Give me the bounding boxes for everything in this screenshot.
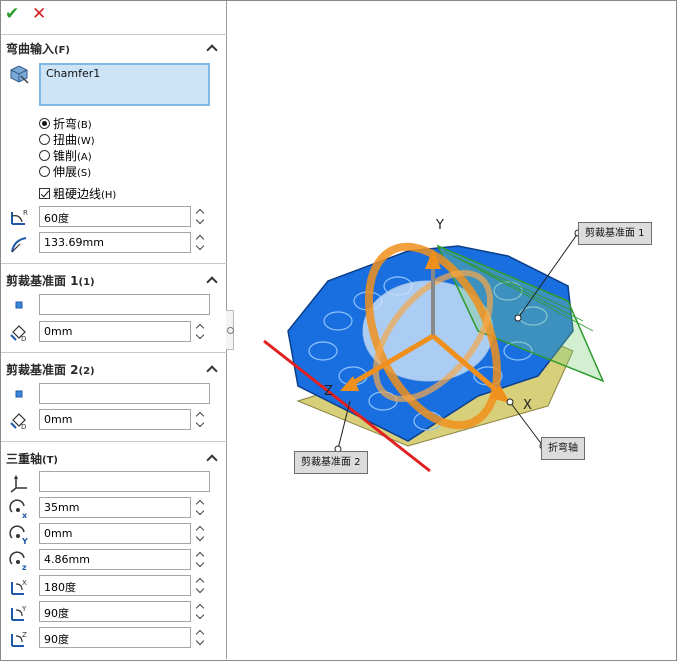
vertex-select-icon: [15, 390, 23, 398]
radio-bend[interactable]: 折弯(B): [39, 115, 92, 131]
triad-y-position-input[interactable]: 0mm: [39, 523, 191, 544]
svg-text:x: x: [22, 511, 28, 520]
x-rotation-icon: X: [11, 579, 27, 595]
vertex-select-icon: [15, 301, 23, 309]
y-rotation-icon: Y: [11, 605, 27, 621]
trim-plane-1-collapse-icon[interactable]: [206, 275, 218, 285]
triad-x-rotation-spinner[interactable]: [194, 575, 208, 596]
radio-button[interactable]: [39, 118, 50, 129]
ok-button[interactable]: ✔: [5, 4, 19, 24]
trim-plane-1-distance-input[interactable]: 0mm: [39, 321, 191, 342]
z-position-icon: z: [9, 551, 27, 572]
triad-z-position-spinner[interactable]: [194, 549, 208, 570]
angle-input[interactable]: 60度: [39, 206, 191, 227]
triad-z-rotation-input[interactable]: 90度: [39, 627, 191, 648]
radius-input[interactable]: 133.69mm: [39, 232, 191, 253]
hard-edges-checkbox-row[interactable]: 粗硬边线(H): [39, 185, 116, 201]
axis-y-label: Y: [436, 218, 444, 233]
svg-text:z: z: [22, 563, 27, 572]
triad-title[interactable]: 三重轴(T): [6, 450, 58, 467]
graphics-viewport[interactable]: Y X Z 剪裁基准面 1 剪裁基准面 2 折弯轴: [228, 1, 676, 659]
triad-x-position-spinner[interactable]: [194, 497, 208, 518]
y-position-icon: Y: [9, 525, 28, 546]
svg-text:Y: Y: [21, 605, 27, 613]
divider: [1, 441, 227, 442]
svg-text:Z: Z: [22, 631, 27, 639]
triad-y-rotation-spinner[interactable]: [194, 601, 208, 622]
bend-angle-icon: R: [11, 209, 28, 225]
triad-y-rotation-input[interactable]: 90度: [39, 601, 191, 622]
radio-stretch[interactable]: 伸展(S): [39, 163, 91, 179]
radius-spinner[interactable]: [194, 232, 208, 253]
trim-plane-2-callout[interactable]: 剪裁基准面 2: [294, 451, 368, 474]
svg-text:D: D: [21, 423, 26, 431]
cancel-button[interactable]: ✕: [32, 4, 46, 24]
trim-plane-1-distance-spinner[interactable]: [194, 321, 208, 342]
bend-input-collapse-icon[interactable]: [206, 43, 218, 53]
model-view: [263, 229, 605, 473]
svg-text:Y: Y: [21, 537, 28, 546]
x-position-icon: x: [9, 499, 28, 520]
triad-y-position-spinner[interactable]: [194, 523, 208, 544]
divider: [1, 352, 227, 353]
trim-plane-1-reference-input[interactable]: [39, 294, 210, 315]
bodies-to-bend-list[interactable]: Chamfer1: [39, 63, 210, 106]
svg-text:X: X: [22, 579, 27, 587]
bend-radius-icon: [11, 237, 27, 253]
triad-reference-icon: [10, 475, 27, 493]
angle-spinner[interactable]: [194, 206, 208, 227]
z-rotation-icon: Z: [11, 631, 27, 647]
radio-button[interactable]: [39, 166, 50, 177]
triad-reference-input[interactable]: [39, 471, 210, 492]
divider: [1, 34, 227, 35]
triad-x-rotation-input[interactable]: 180度: [39, 575, 191, 596]
triad-x-position-input[interactable]: 35mm: [39, 497, 191, 518]
axis-z-label: Z: [324, 384, 333, 399]
trim-distance-icon: D: [10, 413, 26, 431]
triad-collapse-icon[interactable]: [206, 453, 218, 463]
list-item[interactable]: Chamfer1: [46, 67, 100, 80]
triad-z-rotation-spinner[interactable]: [194, 627, 208, 648]
svg-text:D: D: [21, 335, 26, 343]
trim-plane-1-callout[interactable]: 剪裁基准面 1: [578, 222, 652, 245]
ok-cancel-bar: ✔ ✕: [1, 1, 227, 29]
radio-taper[interactable]: 锥削(A): [39, 147, 92, 163]
leader-anchor: [514, 314, 522, 322]
bend-input-title[interactable]: 弯曲输入(F): [6, 40, 70, 57]
body-select-icon: [10, 65, 29, 84]
trim-distance-icon: D: [10, 325, 26, 343]
svg-text:R: R: [23, 209, 28, 217]
axis-x-label: X: [523, 398, 532, 413]
trim-plane-2-distance-spinner[interactable]: [194, 409, 208, 430]
trim-plane-2-reference-input[interactable]: [39, 383, 210, 404]
triad-z-position-input[interactable]: 4.86mm: [39, 549, 191, 570]
trim-plane-2-title[interactable]: 剪裁基准面 2(2): [6, 361, 95, 378]
radio-button[interactable]: [39, 150, 50, 161]
bend-axis-callout[interactable]: 折弯轴: [541, 437, 585, 460]
leader-anchor: [506, 398, 514, 406]
trim-plane-2-distance-input[interactable]: 0mm: [39, 409, 191, 430]
trim-plane-2-collapse-icon[interactable]: [206, 364, 218, 374]
divider: [1, 263, 227, 264]
hard-edges-checkbox[interactable]: [39, 188, 50, 199]
radio-twist[interactable]: 扭曲(W): [39, 131, 95, 147]
trim-plane-1-title[interactable]: 剪裁基准面 1(1): [6, 272, 95, 289]
property-manager: ✔ ✕ 弯曲输入(F) Chamfer1 折弯(B) 扭曲(W) 锥削(A) 伸…: [1, 1, 227, 659]
radio-button[interactable]: [39, 134, 50, 145]
